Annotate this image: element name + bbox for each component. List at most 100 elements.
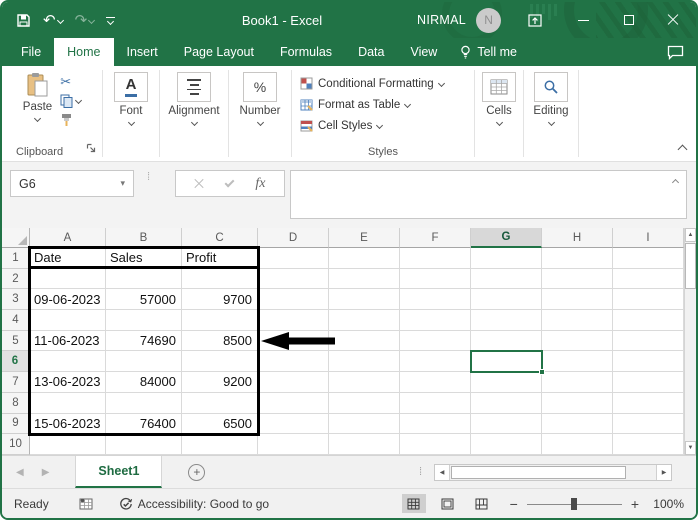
scroll-right-button[interactable]: ▶ <box>656 464 671 480</box>
name-box-caret-icon[interactable]: ▾ <box>120 178 125 189</box>
macro-record-button[interactable] <box>79 497 93 510</box>
tab-data[interactable]: Data <box>345 38 397 66</box>
cell-A7[interactable]: 13-06-2023 <box>30 372 106 393</box>
tab-view[interactable]: View <box>397 38 450 66</box>
copy-dropdown-icon[interactable] <box>75 96 83 105</box>
cell-D3[interactable] <box>258 289 329 311</box>
cell-A10[interactable] <box>30 434 106 455</box>
maximize-button[interactable] <box>614 2 644 38</box>
cell-E3[interactable] <box>329 289 400 311</box>
cell-E9[interactable] <box>329 413 400 435</box>
font-dropdown-icon[interactable] <box>127 118 135 127</box>
column-header-B[interactable]: B <box>106 228 182 248</box>
cell-C8[interactable] <box>182 392 258 414</box>
insert-function-button[interactable]: fx <box>255 176 265 192</box>
scroll-down-button[interactable]: ▼ <box>685 441 696 455</box>
column-header-A[interactable]: A <box>30 228 106 248</box>
cell-G2[interactable] <box>471 268 542 290</box>
cell-H1[interactable] <box>542 248 613 269</box>
cell-C10[interactable] <box>182 434 258 455</box>
cell-I10[interactable] <box>613 434 684 455</box>
tab-formulas[interactable]: Formulas <box>267 38 345 66</box>
tell-me-button[interactable]: Tell me <box>450 38 527 66</box>
paste-button[interactable]: Paste <box>23 72 52 123</box>
account-area[interactable]: NIRMAL N <box>417 2 502 38</box>
cell-D10[interactable] <box>258 434 329 455</box>
cell-H7[interactable] <box>542 372 613 393</box>
sheetbar-grip-icon[interactable]: ⁞ <box>419 466 422 477</box>
formula-input[interactable] <box>290 170 687 219</box>
cell-C9[interactable]: 6500 <box>182 413 258 435</box>
cut-button[interactable]: ✂ <box>60 74 81 89</box>
feedback-button[interactable] <box>667 38 684 66</box>
cell-H9[interactable] <box>542 413 613 435</box>
cell-I1[interactable] <box>613 248 684 269</box>
undo-button[interactable]: ↶ <box>43 13 64 28</box>
cell-F8[interactable] <box>400 392 471 414</box>
zoom-out-button[interactable]: − <box>510 496 518 512</box>
customize-qat-button[interactable] <box>106 16 116 25</box>
cell-D4[interactable] <box>258 310 329 331</box>
vertical-scroll-thumb[interactable] <box>685 243 696 289</box>
cell-A3[interactable]: 09-06-2023 <box>30 289 106 311</box>
column-header-H[interactable]: H <box>542 228 613 248</box>
new-sheet-button[interactable]: + <box>188 463 206 481</box>
vertical-scrollbar[interactable]: ▲ ▼ <box>684 228 696 455</box>
cell-E8[interactable] <box>329 392 400 414</box>
cell-A4[interactable] <box>30 310 106 331</box>
cell-B10[interactable] <box>106 434 182 455</box>
cell-G4[interactable] <box>471 310 542 331</box>
cell-I2[interactable] <box>613 268 684 290</box>
cell-D9[interactable] <box>258 413 329 435</box>
ribbon-display-options-button[interactable] <box>520 2 550 38</box>
normal-view-button[interactable] <box>401 494 426 513</box>
close-button[interactable] <box>658 2 688 38</box>
cell-F9[interactable] <box>400 413 471 435</box>
column-header-C[interactable]: C <box>182 228 258 248</box>
cell-G7[interactable] <box>471 372 542 393</box>
expand-formula-bar-icon[interactable] <box>671 178 680 187</box>
cell-F10[interactable] <box>400 434 471 455</box>
cell-C7[interactable]: 9200 <box>182 372 258 393</box>
cell-I7[interactable] <box>613 372 684 393</box>
save-button[interactable] <box>16 13 31 28</box>
cell-B5[interactable]: 74690 <box>106 330 182 352</box>
row-header-5[interactable]: 5 <box>2 330 30 352</box>
cell-D1[interactable] <box>258 248 329 269</box>
cell-H4[interactable] <box>542 310 613 331</box>
cell-D5[interactable] <box>258 330 329 352</box>
scroll-up-button[interactable]: ▲ <box>685 228 696 242</box>
cell-G5[interactable] <box>471 330 542 352</box>
confirm-entry-icon[interactable] <box>224 177 235 187</box>
scroll-left-button[interactable]: ◀ <box>435 464 450 480</box>
row-header-3[interactable]: 3 <box>2 289 30 311</box>
cell-H6[interactable] <box>542 351 613 373</box>
select-all-corner[interactable] <box>2 228 30 248</box>
row-header-1[interactable]: 1 <box>2 248 30 269</box>
cell-H2[interactable] <box>542 268 613 290</box>
cell-D2[interactable] <box>258 268 329 290</box>
page-break-preview-button[interactable] <box>470 494 494 513</box>
alignment-group-button[interactable]: Alignment <box>160 66 228 161</box>
cell-H10[interactable] <box>542 434 613 455</box>
cell-H5[interactable] <box>542 330 613 352</box>
cell-G3[interactable] <box>471 289 542 311</box>
cell-C1[interactable]: Profit <box>182 248 258 269</box>
cell-E5[interactable] <box>329 330 400 352</box>
conditional-formatting-dropdown-icon[interactable] <box>437 79 445 88</box>
collapse-ribbon-icon[interactable] <box>677 144 688 155</box>
number-group-button[interactable]: % Number <box>229 66 291 161</box>
clipboard-dialog-launcher[interactable] <box>86 140 96 158</box>
row-header-7[interactable]: 7 <box>2 372 30 393</box>
cell-B8[interactable] <box>106 392 182 414</box>
format-as-table-dropdown-icon[interactable] <box>404 100 412 109</box>
row-header-8[interactable]: 8 <box>2 392 30 414</box>
cell-G1[interactable] <box>471 248 542 269</box>
horizontal-scrollbar[interactable]: ◀ ▶ <box>434 463 672 481</box>
alignment-dropdown-icon[interactable] <box>190 118 198 127</box>
cell-I5[interactable] <box>613 330 684 352</box>
row-header-10[interactable]: 10 <box>2 434 30 455</box>
cell-D7[interactable] <box>258 372 329 393</box>
undo-dropdown-icon[interactable] <box>56 16 64 24</box>
cell-G10[interactable] <box>471 434 542 455</box>
